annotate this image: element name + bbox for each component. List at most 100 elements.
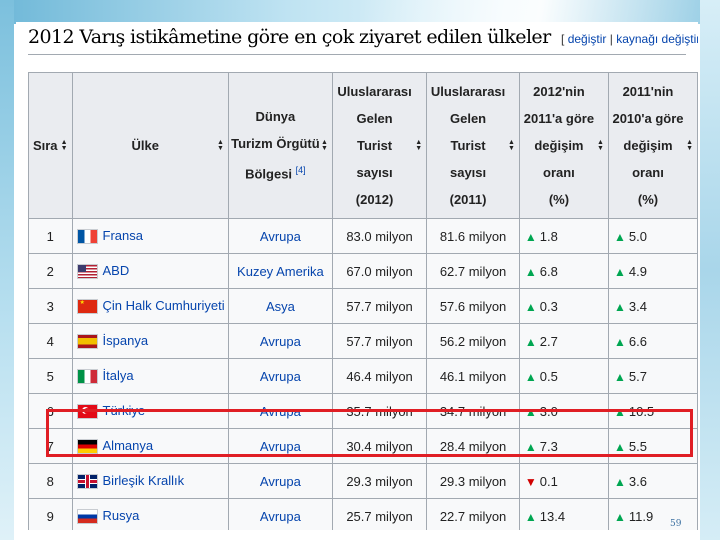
up-arrow-icon: ▲ xyxy=(613,509,626,524)
usa-flag-icon xyxy=(76,264,98,280)
country-link[interactable]: İtalya xyxy=(103,368,134,383)
sort-icon[interactable]: ▲ ▼ xyxy=(686,139,693,152)
change-2011-cell: ▲ 6.6 xyxy=(607,323,698,359)
country-cell: ★ Çin Halk Cumhuriyeti xyxy=(71,288,229,324)
header-rank[interactable]: Sıra ▲ ▼ xyxy=(28,72,73,219)
country-link[interactable]: ABD xyxy=(103,263,130,278)
region-link[interactable]: Avrupa xyxy=(260,334,301,349)
region-link[interactable]: Kuzey Amerika xyxy=(237,264,324,279)
region-cell: Avrupa xyxy=(227,218,333,254)
rank-cell: 3 xyxy=(28,288,73,324)
tourism-table: Sıra ▲ ▼ Ülke ▲ ▼ Dünya Turizm Örgütü Bölgesi … xyxy=(28,72,698,530)
country-cell: Rusya xyxy=(71,498,229,530)
table-body: 1 Fransa Avrupa 83.0 milyon 81.6 milyon ▲ 1.8 ▲… xyxy=(28,218,698,530)
up-arrow-icon: ▲ xyxy=(524,509,537,524)
arrivals-2012-cell: 67.0 milyon xyxy=(331,253,428,289)
up-arrow-icon: ▲ xyxy=(524,369,537,384)
up-arrow-icon: ▲ xyxy=(613,299,626,314)
region-cell: Avrupa xyxy=(227,463,333,499)
russia-flag-icon xyxy=(76,509,98,525)
country-link[interactable]: Birleşik Krallık xyxy=(103,473,185,488)
change-2011-cell: ▲ 3.6 xyxy=(607,463,698,499)
table-row: 5 İtalya Avrupa 46.4 milyon 46.1 milyon ▲ 0.5 ▲… xyxy=(28,358,698,394)
change-2012-cell: ▲ 1.8 xyxy=(518,218,609,254)
slide-left-border xyxy=(0,0,14,540)
arrivals-2011-cell: 81.6 milyon xyxy=(426,218,520,254)
arrivals-2011-cell: 46.1 milyon xyxy=(426,358,520,394)
edit-source-link[interactable]: kaynağı değiştir xyxy=(616,32,698,46)
sort-icon[interactable]: ▲ ▼ xyxy=(508,139,515,152)
up-arrow-icon: ▲ xyxy=(613,264,626,279)
heading-divider xyxy=(28,54,686,55)
up-arrow-icon: ▲ xyxy=(524,229,537,244)
country-link[interactable]: İspanya xyxy=(103,333,149,348)
country-link[interactable]: Rusya xyxy=(103,508,140,523)
region-link[interactable]: Avrupa xyxy=(260,369,301,384)
header-change-2012[interactable]: 2012'nin 2011'a göre değişim oranı (%) ▲ ▼ xyxy=(518,72,609,219)
country-link[interactable]: Fransa xyxy=(103,228,143,243)
country-cell: ABD xyxy=(71,253,229,289)
edit-links: [ değiştir | kaynağı değiştir ] xyxy=(561,32,698,46)
region-link[interactable]: Avrupa xyxy=(260,474,301,489)
region-cell: Avrupa xyxy=(227,358,333,394)
change-2012-cell: ▲ 0.3 xyxy=(518,288,609,324)
uk-flag-icon xyxy=(76,474,98,490)
up-arrow-icon: ▲ xyxy=(613,229,626,244)
header-arrivals-2011[interactable]: Uluslararası Gelen Turist sayısı (2011) ▲ ▼ xyxy=(426,72,520,219)
rank-cell: 8 xyxy=(28,463,73,499)
region-cell: Asya xyxy=(227,288,333,324)
section-heading: 2012 Varış istikâmetine göre en çok ziya… xyxy=(28,26,698,48)
arrivals-2011-cell: 62.7 milyon xyxy=(426,253,520,289)
sort-icon[interactable]: ▲ ▼ xyxy=(597,139,604,152)
table-row: 8 Birleşik Krallık Avrupa 29.3 milyon 29.3 m… xyxy=(28,463,698,499)
slide-top-border xyxy=(0,0,720,24)
highlight-box-turkey xyxy=(46,409,693,457)
sort-icon[interactable]: ▲ ▼ xyxy=(321,139,328,152)
country-cell: Birleşik Krallık xyxy=(71,463,229,499)
country-cell: İtalya xyxy=(71,358,229,394)
spain-flag-icon xyxy=(76,334,98,350)
region-link[interactable]: Avrupa xyxy=(260,509,301,524)
arrivals-2011-cell: 22.7 milyon xyxy=(426,498,520,530)
rank-cell: 4 xyxy=(28,323,73,359)
arrivals-2012-cell: 46.4 milyon xyxy=(331,358,428,394)
change-2012-cell: ▲ 2.7 xyxy=(518,323,609,359)
table-row: 4 İspanya Avrupa 57.7 milyon 56.2 milyon ▲ 2.7… xyxy=(28,323,698,359)
header-country[interactable]: Ülke ▲ ▼ xyxy=(71,72,229,219)
change-2011-cell: ▲ 11.9 xyxy=(607,498,698,530)
reference-link[interactable]: [4] xyxy=(296,165,306,175)
arrivals-2012-cell: 29.3 milyon xyxy=(331,463,428,499)
up-arrow-icon: ▲ xyxy=(613,474,626,489)
up-arrow-icon: ▲ xyxy=(613,369,626,384)
rank-cell: 5 xyxy=(28,358,73,394)
rank-cell: 2 xyxy=(28,253,73,289)
change-2012-cell: ▲ 13.4 xyxy=(518,498,609,530)
arrivals-2012-cell: 57.7 milyon xyxy=(331,323,428,359)
up-arrow-icon: ▲ xyxy=(613,334,626,349)
sort-icon[interactable]: ▲ ▼ xyxy=(217,139,224,152)
edit-link[interactable]: değiştir xyxy=(568,32,607,46)
arrivals-2011-cell: 57.6 milyon xyxy=(426,288,520,324)
france-flag-icon xyxy=(76,229,98,245)
sort-icon[interactable]: ▲ ▼ xyxy=(415,139,422,152)
region-cell: Kuzey Amerika xyxy=(227,253,333,289)
slide-top-wave xyxy=(360,0,720,24)
table-header-row: Sıra ▲ ▼ Ülke ▲ ▼ Dünya Turizm Örgütü Bölgesi … xyxy=(28,72,698,219)
change-2011-cell: ▲ 5.0 xyxy=(607,218,698,254)
header-arrivals-2012[interactable]: Uluslararası Gelen Turist sayısı (2012) ▲ ▼ xyxy=(331,72,428,219)
up-arrow-icon: ▲ xyxy=(524,264,537,279)
region-link[interactable]: Asya xyxy=(266,299,295,314)
table-row: 3 ★ Çin Halk Cumhuriyeti Asya 57.7 milyon 57.… xyxy=(28,288,698,324)
region-cell: Avrupa xyxy=(227,498,333,530)
region-cell: Avrupa xyxy=(227,323,333,359)
sort-icon[interactable]: ▲ ▼ xyxy=(61,139,68,152)
header-region[interactable]: Dünya Turizm Örgütü Bölgesi [4] ▲ ▼ xyxy=(227,72,333,219)
arrivals-2011-cell: 56.2 milyon xyxy=(426,323,520,359)
header-change-2011[interactable]: 2011'nin 2010'a göre değişim oranı (%) ▲ ▼ xyxy=(607,72,698,219)
region-link[interactable]: Avrupa xyxy=(260,229,301,244)
up-arrow-icon: ▲ xyxy=(524,334,537,349)
arrivals-2012-cell: 57.7 milyon xyxy=(331,288,428,324)
arrivals-2012-cell: 83.0 milyon xyxy=(331,218,428,254)
page-number: 59 xyxy=(670,519,682,529)
country-link[interactable]: Çin Halk Cumhuriyeti xyxy=(103,298,225,313)
